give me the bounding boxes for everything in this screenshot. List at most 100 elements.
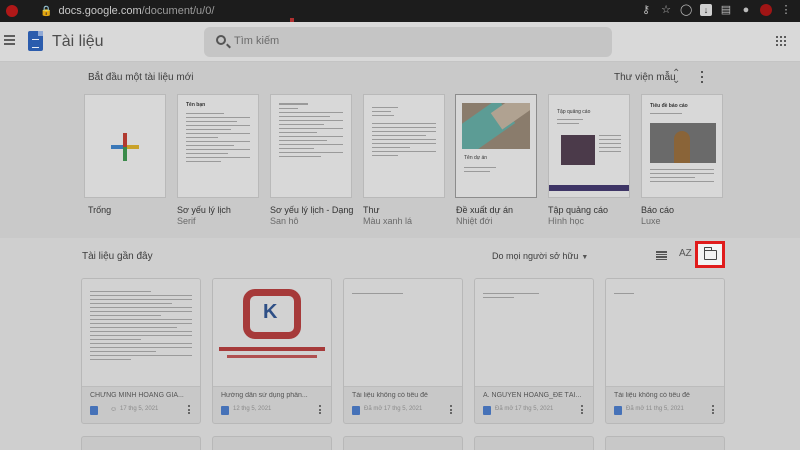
doc-card[interactable]: Tài liệu không có tiêu đề Đã mở 11 thg 5… — [605, 278, 725, 424]
doc-title: A. NGUYỄN HOÀNG_ĐỀ TÀI... — [483, 392, 582, 399]
doc-thumbnail — [82, 279, 200, 387]
browser-logo-icon[interactable] — [6, 5, 18, 17]
template-name[interactable]: Trống — [88, 205, 111, 215]
text-lines — [464, 167, 528, 175]
docs-file-icon — [483, 406, 491, 415]
decorative-band — [219, 347, 325, 351]
more-options-icon[interactable] — [701, 71, 704, 83]
doc-more-icon[interactable] — [319, 405, 321, 414]
template-thumb-title: Tên dự án — [464, 155, 488, 161]
text-lines — [483, 293, 585, 301]
url-path: /document/u/0/ — [141, 5, 215, 17]
download-icon[interactable]: ↓ — [700, 4, 712, 16]
template-name[interactable]: Sơ yếu lý lịch - Dạng — [270, 205, 353, 215]
geometric-cover-image — [462, 103, 530, 149]
doc-date: 12 thg 5, 2021 — [233, 406, 272, 412]
hamburger-menu-icon[interactable] — [4, 35, 15, 45]
owner-filter-label: Do mọi người sở hữu — [492, 251, 579, 261]
doc-title: Tài liệu không có tiêu đề — [614, 392, 690, 399]
company-logo-letter: K — [263, 301, 278, 323]
template-name[interactable]: Đề xuất dự án — [456, 205, 513, 215]
doc-card[interactable]: A. NGUYỄN HOÀNG_ĐỀ TÀI... Đã mở 17 thg 5… — [474, 278, 594, 424]
doc-more-icon[interactable] — [712, 405, 714, 414]
template-brochure[interactable]: Tập quảng cáo — [548, 94, 630, 198]
google-apps-icon[interactable] — [776, 36, 786, 46]
doc-card[interactable]: K Hướng dẫn sử dụng phần... 12 thg 5, 20… — [212, 278, 332, 424]
doc-card[interactable] — [81, 436, 201, 450]
template-letter[interactable] — [363, 94, 445, 198]
template-thumb-title: Tập quảng cáo — [557, 109, 591, 115]
recent-docs-heading: Tài liệu gần đây — [82, 251, 153, 262]
open-file-picker-button[interactable] — [695, 241, 725, 268]
url-domain: docs.google.com — [58, 5, 142, 17]
phones-image — [561, 135, 595, 165]
extension-icon[interactable]: ▤ — [720, 4, 732, 16]
text-lines — [372, 107, 436, 159]
extension-red-icon[interactable] — [760, 4, 772, 16]
shared-people-icon: ☺ — [110, 406, 118, 413]
plus-icon — [111, 133, 139, 161]
doc-thumbnail: K — [213, 279, 331, 387]
profile-icon[interactable]: ● — [740, 4, 752, 16]
template-subtitle: Serif — [177, 216, 196, 226]
doc-title: Hướng dẫn sử dụng phần... — [221, 392, 308, 399]
doc-card[interactable] — [474, 436, 594, 450]
folder-icon — [703, 247, 717, 260]
doc-card[interactable] — [212, 436, 332, 450]
caret-down-icon: ▼ — [581, 254, 589, 261]
template-thumb-title: Tên bạn — [186, 102, 206, 108]
star-icon[interactable]: ☆ — [660, 4, 672, 16]
template-name[interactable]: Báo cáo — [641, 205, 674, 215]
doc-card[interactable]: CHỨNG MINH HOÀNG GIA... ☺ 17 thg 5, 2021 — [81, 278, 201, 424]
owner-filter-dropdown[interactable]: Do mọi người sở hữu ▼ — [492, 251, 588, 261]
app-title[interactable]: Tài liệu — [52, 33, 104, 51]
template-report[interactable]: Tiêu đề báo cáo — [641, 94, 723, 198]
doc-card[interactable] — [343, 436, 463, 450]
template-subtitle: Nhiệt đới — [456, 216, 493, 226]
docs-file-icon — [221, 406, 229, 415]
text-lines — [352, 293, 454, 297]
doc-date: 17 thg 5, 2021 — [120, 406, 159, 412]
template-library-button[interactable]: Thư viện mẫu — [614, 72, 676, 83]
doc-card[interactable] — [605, 436, 725, 450]
address-bar[interactable]: docs.google.com/document/u/0/ — [58, 5, 214, 17]
sort-az-icon[interactable]: AZ — [679, 248, 692, 259]
doc-card[interactable]: Tài liệu không có tiêu đề Đã mở 17 thg 5… — [343, 278, 463, 424]
template-gallery: Bắt đầu một tài liệu mới Thư viện mẫu ⌃ ⌄… — [0, 62, 800, 238]
text-lines — [650, 113, 714, 117]
expand-collapse-icon[interactable]: ⌃ ⌄ — [672, 69, 680, 86]
template-thumb-title: Tiêu đề báo cáo — [650, 103, 688, 109]
docs-logo-icon[interactable] — [28, 31, 43, 51]
doc-date: Đã mở 17 thg 5, 2021 — [495, 406, 554, 412]
template-project-proposal[interactable]: Tên dự án — [455, 94, 537, 198]
doc-date: Đã mở 11 thg 5, 2021 — [626, 406, 684, 412]
text-lines — [650, 169, 714, 185]
lock-icon: 🔒 — [40, 5, 53, 17]
list-view-icon[interactable] — [656, 251, 667, 260]
doc-title: Tài liệu không có tiêu đề — [352, 392, 428, 399]
decorative-band — [227, 355, 317, 358]
template-blank[interactable] — [84, 94, 166, 198]
template-resume-serif[interactable]: Tên bạn — [177, 94, 259, 198]
browser-toolbar: 🔒 docs.google.com/document/u/0/ ⚷ ☆ ◯ ↓ … — [0, 0, 800, 22]
template-name[interactable]: Sơ yếu lý lịch — [177, 205, 231, 215]
doc-date: Đã mở 17 thg 5, 2021 — [364, 406, 423, 412]
search-icon[interactable] — [216, 35, 226, 45]
doc-more-icon[interactable] — [188, 405, 190, 414]
shield-icon[interactable]: ◯ — [680, 4, 692, 16]
key-icon[interactable]: ⚷ — [640, 4, 652, 16]
template-name[interactable]: Thư — [363, 205, 380, 215]
template-resume-coral[interactable] — [270, 94, 352, 198]
doc-more-icon[interactable] — [581, 405, 583, 414]
browser-menu-icon[interactable]: ⋮ — [780, 4, 792, 16]
search-input[interactable]: Tìm kiếm — [204, 27, 612, 57]
search-placeholder: Tìm kiếm — [234, 35, 280, 47]
docs-file-icon — [352, 406, 360, 415]
template-subtitle: Màu xanh lá — [363, 216, 413, 226]
text-lines — [614, 293, 716, 297]
doc-more-icon[interactable] — [450, 405, 452, 414]
text-lines — [90, 291, 192, 363]
template-subtitle: Hình học — [548, 216, 585, 226]
template-name[interactable]: Tập quảng cáo — [548, 205, 608, 215]
app-header: Tài liệu Tìm kiếm — [0, 22, 800, 62]
